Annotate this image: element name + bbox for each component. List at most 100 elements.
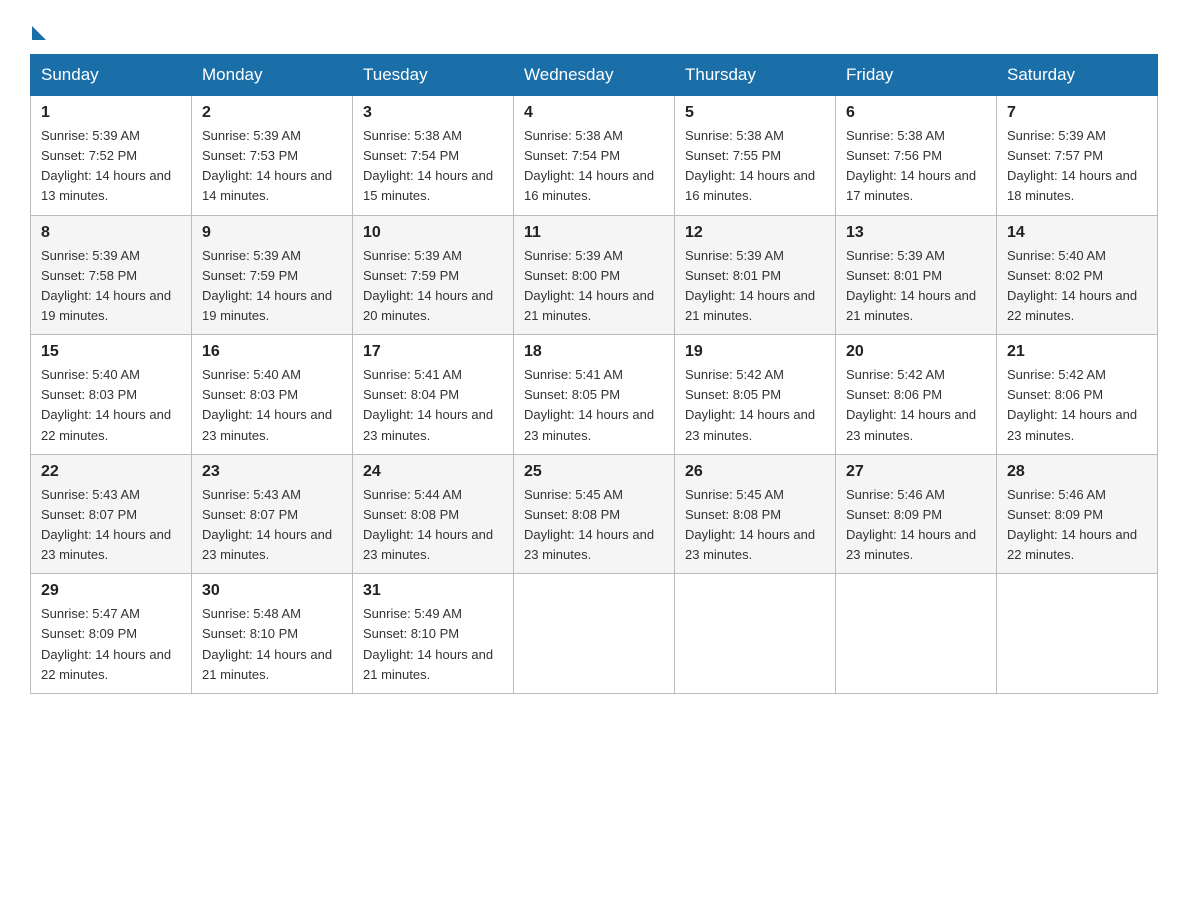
day-number: 1 <box>41 104 181 122</box>
day-number: 14 <box>1007 224 1147 242</box>
day-number: 25 <box>524 463 664 481</box>
day-info: Sunrise: 5:41 AMSunset: 8:04 PMDaylight:… <box>363 365 503 446</box>
day-info: Sunrise: 5:49 AMSunset: 8:10 PMDaylight:… <box>363 604 503 685</box>
day-number: 17 <box>363 343 503 361</box>
calendar-day-cell: 20 Sunrise: 5:42 AMSunset: 8:06 PMDayligh… <box>836 335 997 455</box>
day-number: 23 <box>202 463 342 481</box>
day-number: 12 <box>685 224 825 242</box>
day-of-week-header: Friday <box>836 55 997 96</box>
day-number: 6 <box>846 104 986 122</box>
day-info: Sunrise: 5:43 AMSunset: 8:07 PMDaylight:… <box>202 485 342 566</box>
calendar-week-row: 15 Sunrise: 5:40 AMSunset: 8:03 PMDayligh… <box>31 335 1158 455</box>
calendar-week-row: 8 Sunrise: 5:39 AMSunset: 7:58 PMDaylight… <box>31 215 1158 335</box>
day-number: 11 <box>524 224 664 242</box>
logo <box>30 20 46 36</box>
day-info: Sunrise: 5:39 AMSunset: 7:59 PMDaylight:… <box>202 246 342 327</box>
calendar-day-cell: 29Sunrise: 5:47 AMSunset: 8:09 PMDayligh… <box>31 574 192 694</box>
calendar-day-cell: 5 Sunrise: 5:38 AMSunset: 7:55 PMDaylight… <box>675 96 836 216</box>
calendar-header-row: SundayMondayTuesdayWednesdayThursdayFrid… <box>31 55 1158 96</box>
calendar-day-cell: 15 Sunrise: 5:40 AMSunset: 8:03 PMDayligh… <box>31 335 192 455</box>
calendar-day-cell <box>997 574 1158 694</box>
day-of-week-header: Wednesday <box>514 55 675 96</box>
day-info: Sunrise: 5:41 AMSunset: 8:05 PMDaylight:… <box>524 365 664 446</box>
calendar-day-cell: 21Sunrise: 5:42 AMSunset: 8:06 PMDayligh… <box>997 335 1158 455</box>
day-number: 30 <box>202 582 342 600</box>
day-info: Sunrise: 5:38 AMSunset: 7:56 PMDaylight:… <box>846 126 986 207</box>
day-info: Sunrise: 5:45 AMSunset: 8:08 PMDaylight:… <box>685 485 825 566</box>
day-info: Sunrise: 5:44 AMSunset: 8:08 PMDaylight:… <box>363 485 503 566</box>
calendar-day-cell: 8 Sunrise: 5:39 AMSunset: 7:58 PMDaylight… <box>31 215 192 335</box>
day-info: Sunrise: 5:39 AMSunset: 8:01 PMDaylight:… <box>846 246 986 327</box>
day-number: 7 <box>1007 104 1147 122</box>
calendar-day-cell: 16 Sunrise: 5:40 AMSunset: 8:03 PMDayligh… <box>192 335 353 455</box>
calendar-day-cell <box>675 574 836 694</box>
day-number: 21 <box>1007 343 1147 361</box>
day-number: 5 <box>685 104 825 122</box>
calendar-day-cell: 1 Sunrise: 5:39 AMSunset: 7:52 PMDaylight… <box>31 96 192 216</box>
day-number: 20 <box>846 343 986 361</box>
day-info: Sunrise: 5:40 AMSunset: 8:03 PMDaylight:… <box>41 365 181 446</box>
day-info: Sunrise: 5:39 AMSunset: 7:53 PMDaylight:… <box>202 126 342 207</box>
day-number: 15 <box>41 343 181 361</box>
calendar-day-cell: 28 Sunrise: 5:46 AMSunset: 8:09 PMDayligh… <box>997 454 1158 574</box>
calendar-week-row: 1 Sunrise: 5:39 AMSunset: 7:52 PMDaylight… <box>31 96 1158 216</box>
calendar-day-cell: 26 Sunrise: 5:45 AMSunset: 8:08 PMDayligh… <box>675 454 836 574</box>
calendar-day-cell: 18 Sunrise: 5:41 AMSunset: 8:05 PMDayligh… <box>514 335 675 455</box>
calendar-week-row: 29Sunrise: 5:47 AMSunset: 8:09 PMDayligh… <box>31 574 1158 694</box>
day-number: 26 <box>685 463 825 481</box>
calendar-day-cell: 7Sunrise: 5:39 AMSunset: 7:57 PMDaylight… <box>997 96 1158 216</box>
day-info: Sunrise: 5:42 AMSunset: 8:05 PMDaylight:… <box>685 365 825 446</box>
day-info: Sunrise: 5:42 AMSunset: 8:06 PMDaylight:… <box>846 365 986 446</box>
day-number: 4 <box>524 104 664 122</box>
calendar-day-cell: 31 Sunrise: 5:49 AMSunset: 8:10 PMDayligh… <box>353 574 514 694</box>
day-number: 13 <box>846 224 986 242</box>
calendar-day-cell: 22 Sunrise: 5:43 AMSunset: 8:07 PMDayligh… <box>31 454 192 574</box>
calendar-day-cell: 19 Sunrise: 5:42 AMSunset: 8:05 PMDayligh… <box>675 335 836 455</box>
day-info: Sunrise: 5:40 AMSunset: 8:03 PMDaylight:… <box>202 365 342 446</box>
calendar-day-cell: 13 Sunrise: 5:39 AMSunset: 8:01 PMDayligh… <box>836 215 997 335</box>
calendar-day-cell: 23 Sunrise: 5:43 AMSunset: 8:07 PMDayligh… <box>192 454 353 574</box>
calendar-day-cell: 3 Sunrise: 5:38 AMSunset: 7:54 PMDaylight… <box>353 96 514 216</box>
day-info: Sunrise: 5:39 AMSunset: 7:58 PMDaylight:… <box>41 246 181 327</box>
day-number: 3 <box>363 104 503 122</box>
day-number: 29 <box>41 582 181 600</box>
calendar-day-cell: 6 Sunrise: 5:38 AMSunset: 7:56 PMDaylight… <box>836 96 997 216</box>
day-info: Sunrise: 5:46 AMSunset: 8:09 PMDaylight:… <box>846 485 986 566</box>
day-number: 10 <box>363 224 503 242</box>
calendar-day-cell <box>836 574 997 694</box>
day-info: Sunrise: 5:43 AMSunset: 8:07 PMDaylight:… <box>41 485 181 566</box>
day-info: Sunrise: 5:38 AMSunset: 7:54 PMDaylight:… <box>524 126 664 207</box>
day-number: 18 <box>524 343 664 361</box>
calendar-day-cell: 4 Sunrise: 5:38 AMSunset: 7:54 PMDaylight… <box>514 96 675 216</box>
calendar-day-cell: 2 Sunrise: 5:39 AMSunset: 7:53 PMDaylight… <box>192 96 353 216</box>
day-info: Sunrise: 5:39 AMSunset: 8:00 PMDaylight:… <box>524 246 664 327</box>
day-info: Sunrise: 5:45 AMSunset: 8:08 PMDaylight:… <box>524 485 664 566</box>
calendar-day-cell: 27Sunrise: 5:46 AMSunset: 8:09 PMDayligh… <box>836 454 997 574</box>
calendar-day-cell: 17 Sunrise: 5:41 AMSunset: 8:04 PMDayligh… <box>353 335 514 455</box>
day-number: 16 <box>202 343 342 361</box>
calendar-day-cell: 14 Sunrise: 5:40 AMSunset: 8:02 PMDayligh… <box>997 215 1158 335</box>
day-number: 28 <box>1007 463 1147 481</box>
day-info: Sunrise: 5:48 AMSunset: 8:10 PMDaylight:… <box>202 604 342 685</box>
day-info: Sunrise: 5:46 AMSunset: 8:09 PMDaylight:… <box>1007 485 1147 566</box>
day-number: 22 <box>41 463 181 481</box>
day-number: 19 <box>685 343 825 361</box>
day-of-week-header: Thursday <box>675 55 836 96</box>
calendar-day-cell: 24Sunrise: 5:44 AMSunset: 8:08 PMDayligh… <box>353 454 514 574</box>
day-number: 31 <box>363 582 503 600</box>
day-info: Sunrise: 5:38 AMSunset: 7:54 PMDaylight:… <box>363 126 503 207</box>
day-info: Sunrise: 5:39 AMSunset: 8:01 PMDaylight:… <box>685 246 825 327</box>
calendar-day-cell <box>514 574 675 694</box>
calendar-day-cell: 25 Sunrise: 5:45 AMSunset: 8:08 PMDayligh… <box>514 454 675 574</box>
day-info: Sunrise: 5:39 AMSunset: 7:59 PMDaylight:… <box>363 246 503 327</box>
day-info: Sunrise: 5:39 AMSunset: 7:52 PMDaylight:… <box>41 126 181 207</box>
day-info: Sunrise: 5:40 AMSunset: 8:02 PMDaylight:… <box>1007 246 1147 327</box>
logo-arrow-icon <box>32 26 46 40</box>
day-info: Sunrise: 5:38 AMSunset: 7:55 PMDaylight:… <box>685 126 825 207</box>
day-number: 2 <box>202 104 342 122</box>
calendar-day-cell: 12 Sunrise: 5:39 AMSunset: 8:01 PMDayligh… <box>675 215 836 335</box>
calendar-table: SundayMondayTuesdayWednesdayThursdayFrid… <box>30 54 1158 694</box>
day-number: 8 <box>41 224 181 242</box>
calendar-day-cell: 9Sunrise: 5:39 AMSunset: 7:59 PMDaylight… <box>192 215 353 335</box>
page-header <box>30 20 1158 36</box>
